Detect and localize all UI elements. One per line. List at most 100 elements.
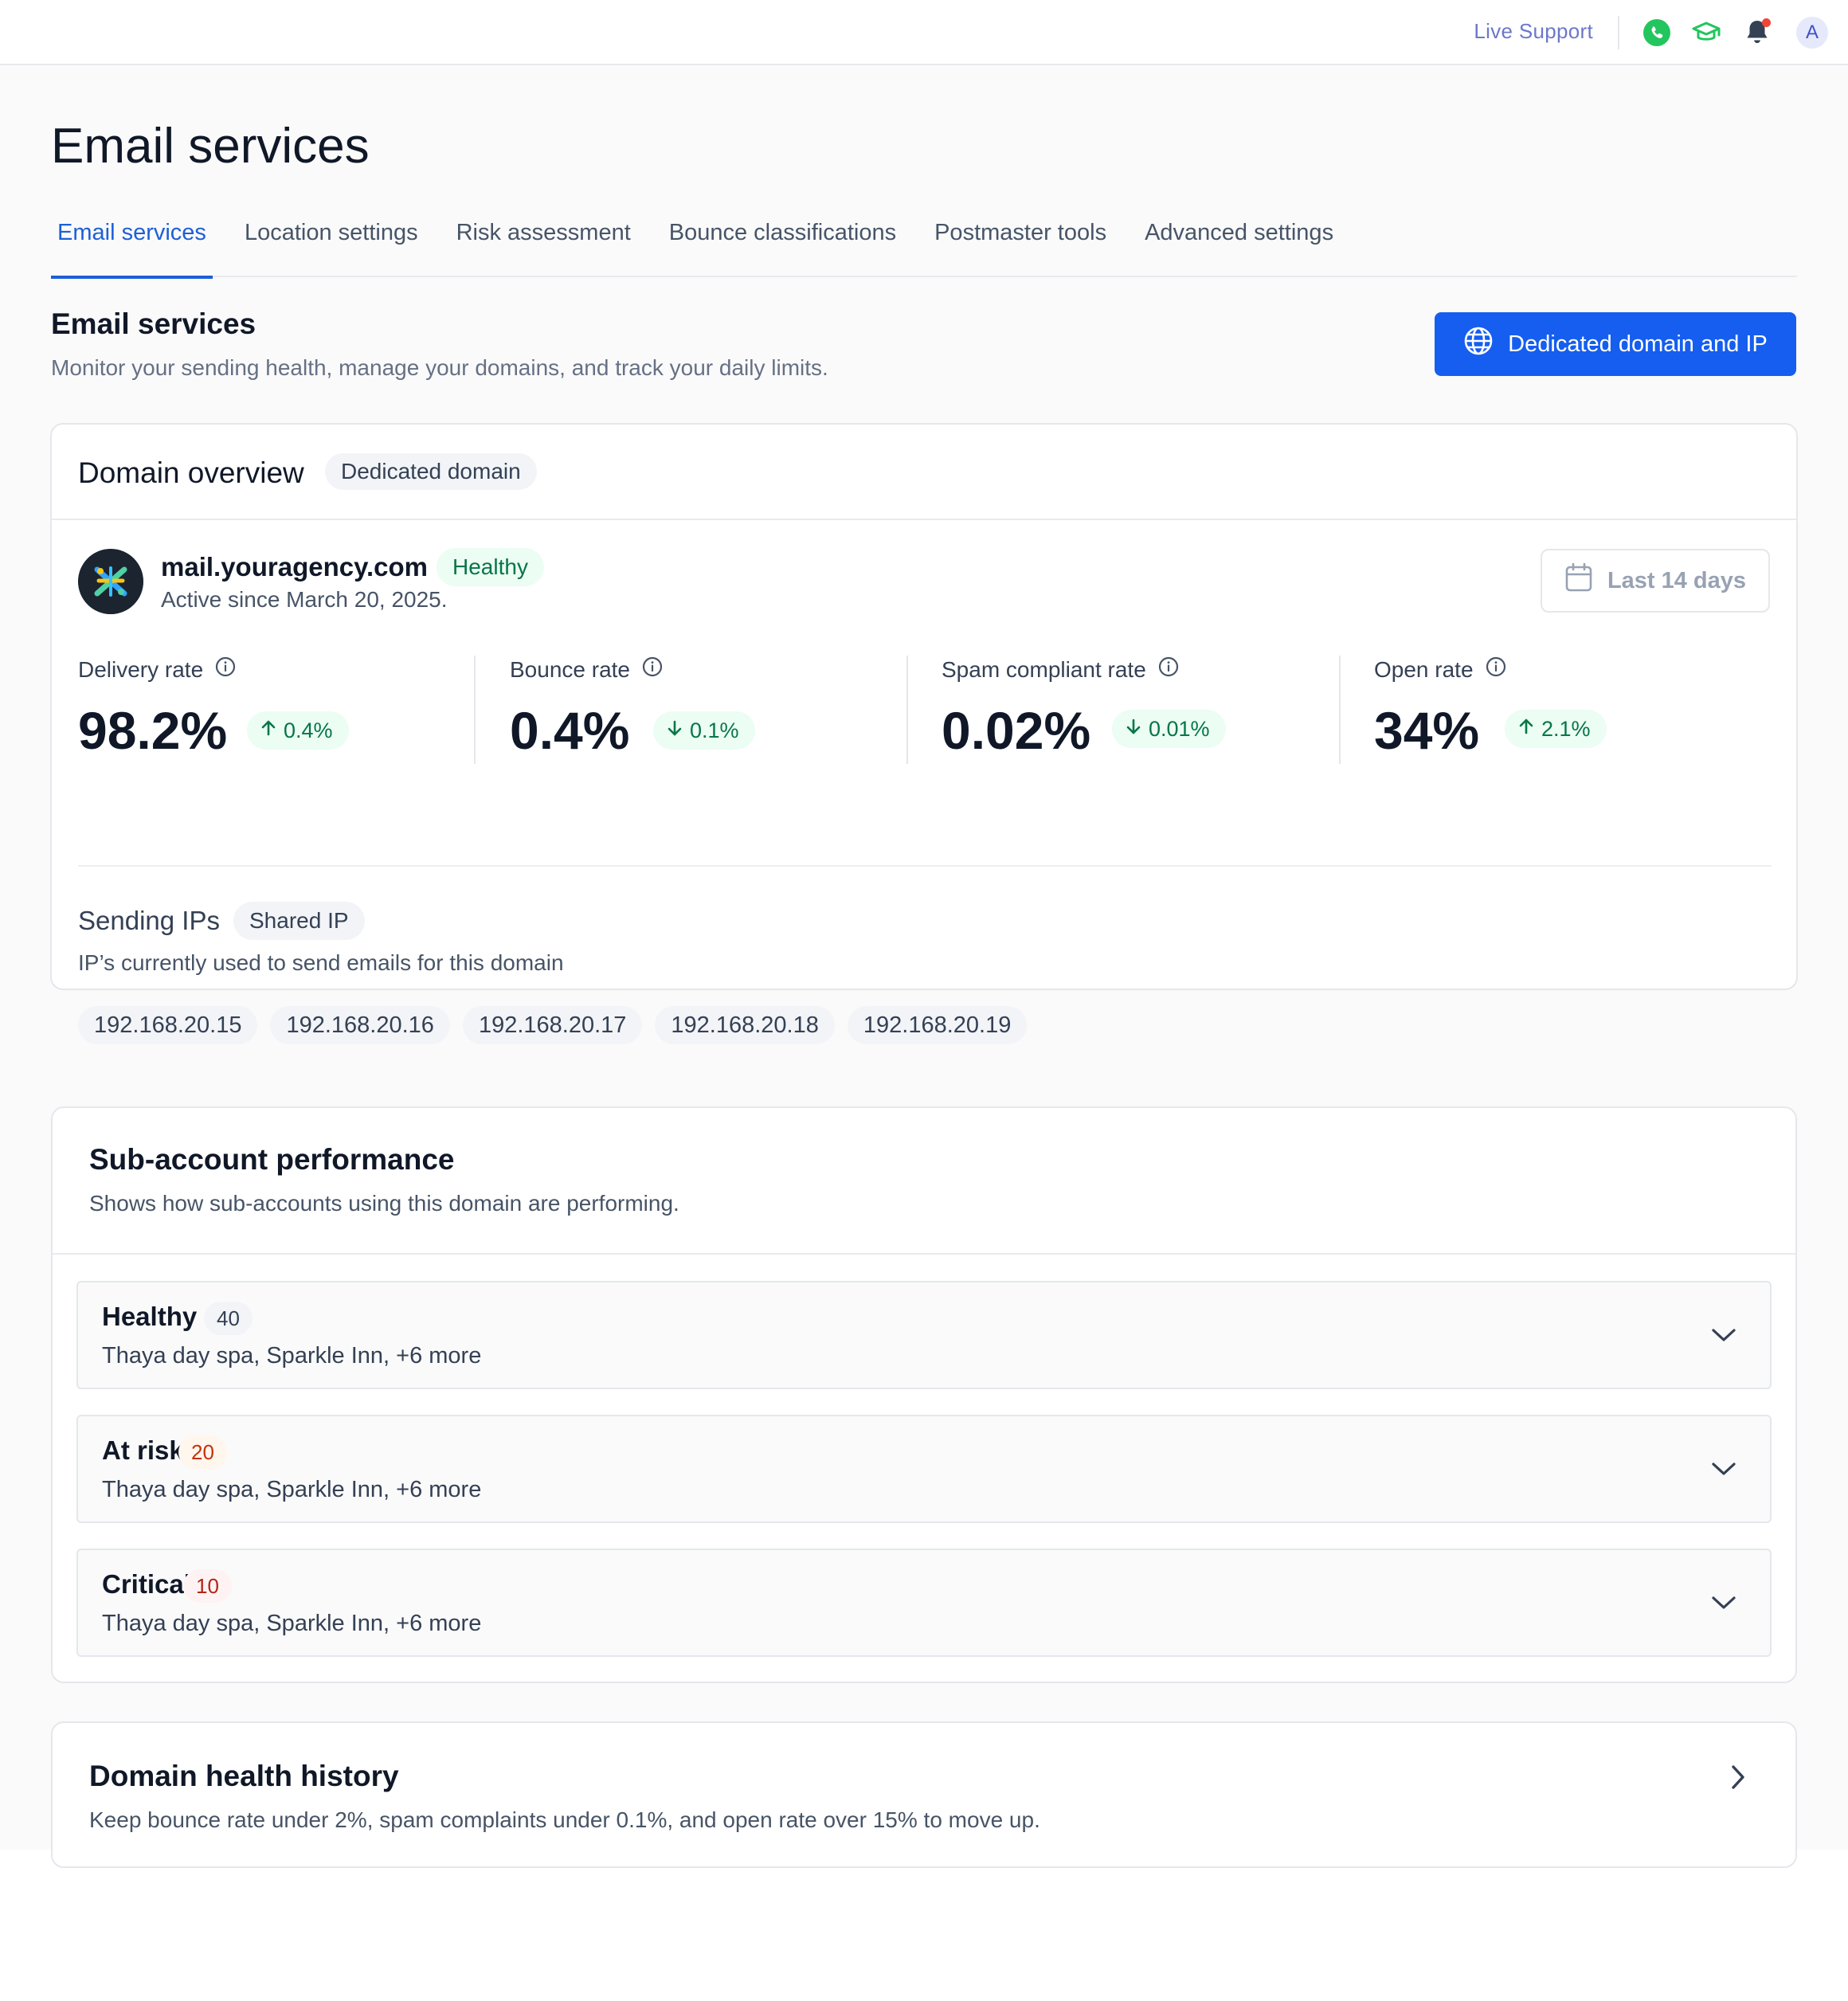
metric-label-row: Bounce rate bbox=[510, 656, 664, 683]
domain-health-history-card[interactable]: Domain health history Keep bounce rate u… bbox=[51, 1721, 1797, 1868]
ip-chip: 192.168.20.19 bbox=[847, 1006, 1028, 1044]
tab-email-services[interactable]: Email services bbox=[51, 209, 213, 279]
accordion-accounts: Thaya day spa, Sparkle Inn, +6 more bbox=[102, 1611, 482, 1636]
ip-chip: 192.168.20.16 bbox=[270, 1006, 450, 1044]
dedicated-domain-button-label: Dedicated domain and IP bbox=[1508, 331, 1768, 357]
tab-bounce-classifications[interactable]: Bounce classifications bbox=[663, 209, 902, 277]
subaccount-divider bbox=[53, 1253, 1795, 1255]
accordion-title: Critical bbox=[102, 1569, 191, 1599]
metric-label: Spam compliant rate bbox=[942, 656, 1146, 682]
count-badge: 20 bbox=[178, 1435, 227, 1469]
metric-label: Bounce rate bbox=[510, 656, 630, 682]
overview-divider bbox=[78, 865, 1772, 867]
tab-postmaster-tools[interactable]: Postmaster tools bbox=[928, 209, 1113, 277]
domain-logo bbox=[78, 549, 143, 614]
info-icon[interactable] bbox=[1485, 656, 1507, 683]
metric-delta-badge: 0.01% bbox=[1112, 710, 1226, 748]
count-badge: 10 bbox=[183, 1569, 232, 1603]
domain-active-since: Active since March 20, 2025. bbox=[161, 587, 448, 612]
metric-delta: 2.1% bbox=[1541, 717, 1591, 741]
graduation-cap-icon[interactable] bbox=[1691, 18, 1721, 48]
accordion-healthy[interactable]: Healthy 40 Thaya day spa, Sparkle Inn, +… bbox=[76, 1281, 1772, 1389]
live-support-link[interactable]: Live Support bbox=[1474, 19, 1593, 44]
shared-ip-badge: Shared IP bbox=[233, 902, 365, 940]
metric-delta-badge: 0.1% bbox=[653, 711, 755, 750]
page-content: Email services Email services Location s… bbox=[0, 65, 1848, 1868]
metric-delta: 0.1% bbox=[690, 719, 739, 742]
count-badge: 40 bbox=[204, 1302, 253, 1335]
accordion-accounts: Thaya day spa, Sparkle Inn, +6 more bbox=[102, 1343, 482, 1369]
domain-name: mail.youragency.com bbox=[161, 552, 429, 582]
metric-delivery-rate: Delivery rate 98.2% 0.4% bbox=[78, 656, 460, 767]
chevron-down-icon[interactable] bbox=[1708, 1319, 1740, 1351]
metric-spam-rate: Spam compliant rate 0.02% 0.01% bbox=[942, 656, 1324, 767]
domain-overview-title: Domain overview bbox=[78, 456, 304, 489]
topbar-divider bbox=[1618, 16, 1619, 49]
page-title: Email services bbox=[51, 119, 370, 174]
metric-divider bbox=[474, 656, 476, 764]
metric-divider bbox=[1339, 656, 1341, 764]
subaccount-subtitle: Shows how sub-accounts using this domain… bbox=[89, 1191, 679, 1216]
sending-ips-subtitle: IP’s currently used to send emails for t… bbox=[78, 950, 564, 975]
subaccount-title: Sub-account performance bbox=[89, 1143, 455, 1176]
metric-label: Open rate bbox=[1374, 656, 1474, 682]
notification-dot bbox=[1762, 18, 1771, 27]
ip-chip: 192.168.20.17 bbox=[462, 1006, 643, 1044]
ip-chip: 192.168.20.15 bbox=[78, 1006, 258, 1044]
sending-ips-title: Sending IPs bbox=[78, 906, 220, 935]
accordion-critical[interactable]: Critical 10 Thaya day spa, Sparkle Inn, … bbox=[76, 1549, 1772, 1657]
history-subtitle: Keep bounce rate under 2%, spam complain… bbox=[89, 1807, 1040, 1832]
info-icon[interactable] bbox=[1157, 656, 1180, 683]
metric-label: Delivery rate bbox=[78, 656, 204, 682]
info-icon[interactable] bbox=[641, 656, 664, 683]
bell-icon[interactable] bbox=[1742, 18, 1772, 48]
arrow-up-icon bbox=[260, 711, 277, 750]
metric-label-row: Spam compliant rate bbox=[942, 656, 1180, 683]
date-range-label: Last 14 days bbox=[1607, 567, 1747, 593]
chevron-right-icon[interactable] bbox=[1722, 1761, 1754, 1793]
tab-bar: Email services Location settings Risk as… bbox=[51, 209, 1797, 279]
history-title: Domain health history bbox=[89, 1760, 399, 1792]
section-subtitle: Monitor your sending health, manage your… bbox=[51, 355, 828, 380]
metric-divider bbox=[906, 656, 908, 764]
dedicated-domain-button[interactable]: Dedicated domain and IP bbox=[1435, 312, 1796, 376]
arrow-down-icon bbox=[666, 711, 683, 750]
tab-advanced-settings[interactable]: Advanced settings bbox=[1138, 209, 1340, 277]
metric-value: 34% bbox=[1374, 701, 1480, 760]
metric-value: 98.2% bbox=[78, 701, 228, 760]
subaccount-performance-card: Sub-account performance Shows how sub-ac… bbox=[51, 1106, 1797, 1683]
metric-value: 0.4% bbox=[510, 701, 630, 760]
avatar[interactable]: A bbox=[1796, 17, 1828, 49]
metric-label-row: Open rate bbox=[1374, 656, 1507, 683]
ip-list: 192.168.20.15 192.168.20.16 192.168.20.1… bbox=[78, 1006, 1028, 1044]
chevron-down-icon[interactable] bbox=[1708, 1453, 1740, 1485]
accordion-accounts: Thaya day spa, Sparkle Inn, +6 more bbox=[102, 1477, 482, 1502]
metric-delta-badge: 2.1% bbox=[1505, 710, 1607, 748]
tab-location-settings[interactable]: Location settings bbox=[238, 209, 425, 277]
section-title: Email services bbox=[51, 307, 256, 340]
metric-delta-badge: 0.4% bbox=[247, 711, 349, 750]
ip-chip: 192.168.20.18 bbox=[655, 1006, 835, 1044]
phone-icon[interactable] bbox=[1642, 18, 1672, 48]
accordion-title: Healthy bbox=[102, 1302, 198, 1331]
domain-status-badge: Healthy bbox=[437, 548, 544, 586]
accordion-at-risk[interactable]: At risk 20 Thaya day spa, Sparkle Inn, +… bbox=[76, 1415, 1772, 1523]
globe-icon bbox=[1463, 326, 1494, 362]
metric-bounce-rate: Bounce rate 0.4% 0.1% bbox=[510, 656, 892, 767]
metric-open-rate: Open rate 34% 2.1% bbox=[1374, 656, 1756, 767]
metric-label-row: Delivery rate bbox=[78, 656, 237, 683]
tab-risk-assessment[interactable]: Risk assessment bbox=[450, 209, 637, 277]
metric-delta: 0.01% bbox=[1149, 717, 1210, 741]
metric-value: 0.02% bbox=[942, 701, 1091, 760]
info-icon[interactable] bbox=[214, 656, 237, 683]
arrow-down-icon bbox=[1125, 710, 1142, 748]
dedicated-domain-badge: Dedicated domain bbox=[325, 453, 537, 490]
calendar-icon bbox=[1564, 562, 1593, 599]
domain-overview-card: Domain overview Dedicated domain mail.yo… bbox=[50, 423, 1798, 1044]
arrow-up-icon bbox=[1517, 710, 1535, 748]
metric-delta: 0.4% bbox=[284, 719, 333, 742]
date-range-button[interactable]: Last 14 days bbox=[1541, 549, 1770, 613]
accordion-title: At risk bbox=[102, 1435, 184, 1465]
domain-overview-header: Domain overview Dedicated domain bbox=[52, 425, 1796, 520]
chevron-down-icon[interactable] bbox=[1708, 1587, 1740, 1619]
